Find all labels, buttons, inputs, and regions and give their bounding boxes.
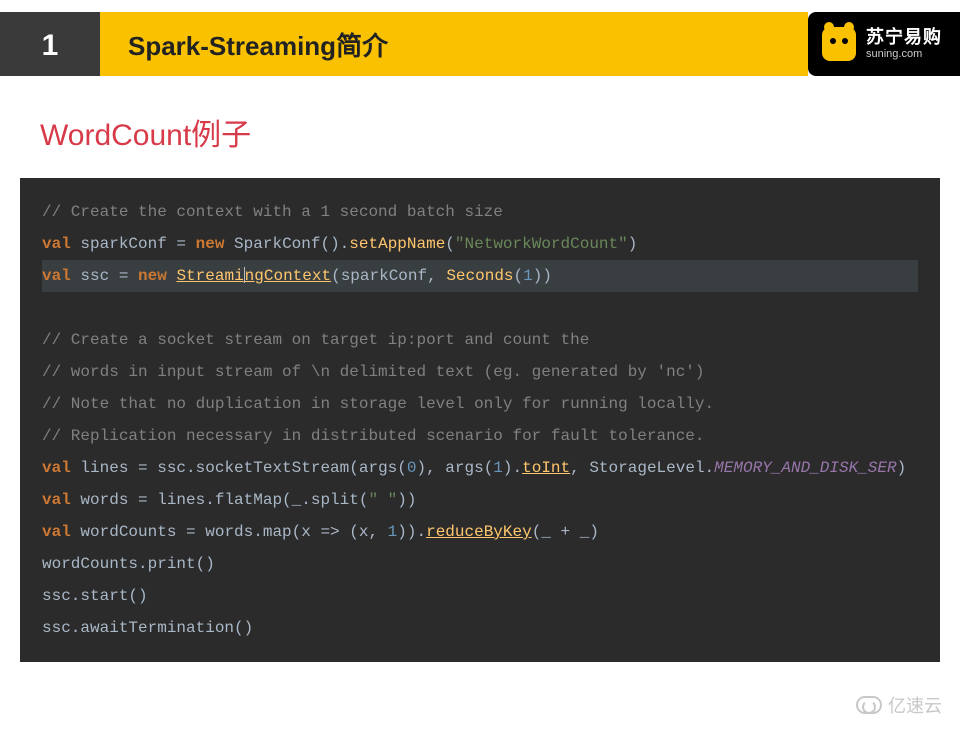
section-number: 1 (0, 12, 100, 76)
code-comment: // Replication necessary in distributed … (42, 427, 705, 445)
brand-name-cn: 苏宁易购 (866, 28, 942, 48)
brand-logo: 苏宁易购 suning.com (808, 12, 960, 76)
code-comment: // Note that no duplication in storage l… (42, 395, 714, 413)
subtitle: WordCount例子 (40, 110, 960, 154)
code-comment: // words in input stream of \n delimited… (42, 363, 705, 381)
brand-name-en: suning.com (866, 48, 942, 60)
slide-title: Spark-Streaming简介 (100, 12, 808, 76)
code-keyword: val (42, 235, 71, 253)
watermark: 亿速云 (856, 692, 942, 718)
watermark-text: 亿速云 (888, 692, 942, 718)
lion-icon (822, 27, 856, 61)
code-comment: // Create the context with a 1 second ba… (42, 203, 503, 221)
code-line: ssc.awaitTermination() (42, 619, 253, 637)
code-comment: // Create a socket stream on target ip:p… (42, 331, 589, 349)
code-line: ssc.start() (42, 587, 148, 605)
header-bar: 1 Spark-Streaming简介 苏宁易购 suning.com (0, 12, 960, 76)
highlighted-line: val ssc = new StreamingContext(sparkConf… (42, 260, 918, 292)
code-block: // Create the context with a 1 second ba… (20, 178, 940, 662)
code-line: wordCounts.print() (42, 555, 215, 573)
cloud-icon (856, 696, 882, 714)
